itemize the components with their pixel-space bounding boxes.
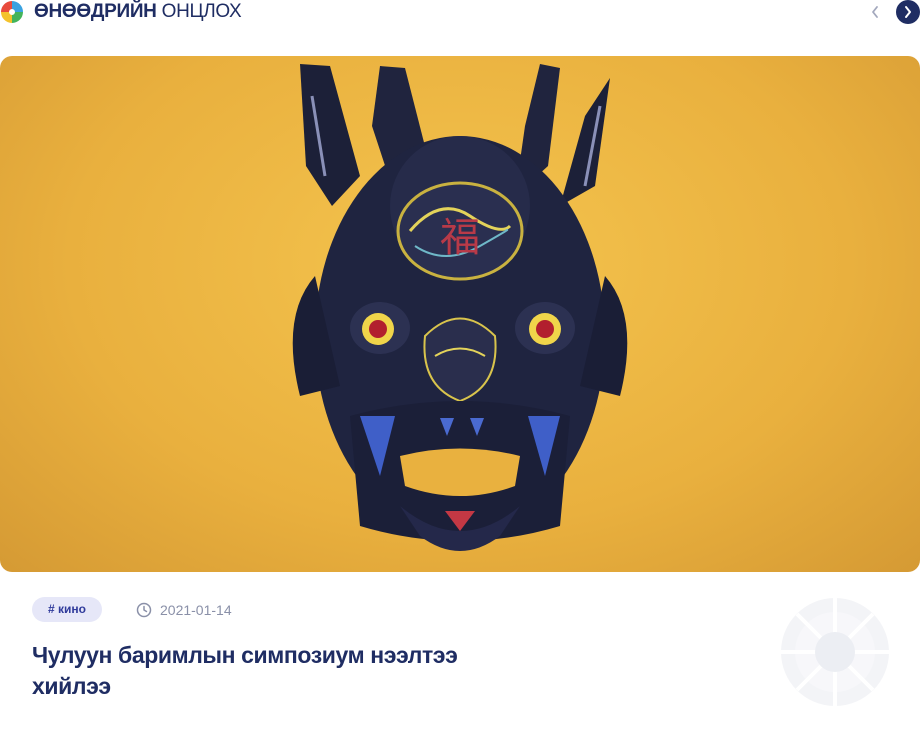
prev-button[interactable] [862,0,888,24]
next-button[interactable] [896,0,920,24]
category-tag[interactable]: # кино [32,597,102,622]
clock-icon [136,602,152,618]
chevron-left-icon [872,6,878,18]
chevron-right-icon [905,6,911,18]
mask-glyph: 福 [440,215,480,261]
section-header: ӨНӨӨДРИЙН ОНЦЛОХ [0,0,920,28]
publish-date: 2021-01-14 [136,601,232,619]
section-title: ӨНӨӨДРИЙН ОНЦЛОХ [34,1,242,22]
date-text: 2021-01-14 [160,602,232,618]
emblem-icon [781,598,889,706]
logo-icon [1,1,23,23]
article-title[interactable]: Чулуун баримлын симпозиум нээлтээ хийлээ [32,640,492,702]
hero-image[interactable]: 福 [0,56,920,572]
mask-illustration: 福 [292,64,628,551]
